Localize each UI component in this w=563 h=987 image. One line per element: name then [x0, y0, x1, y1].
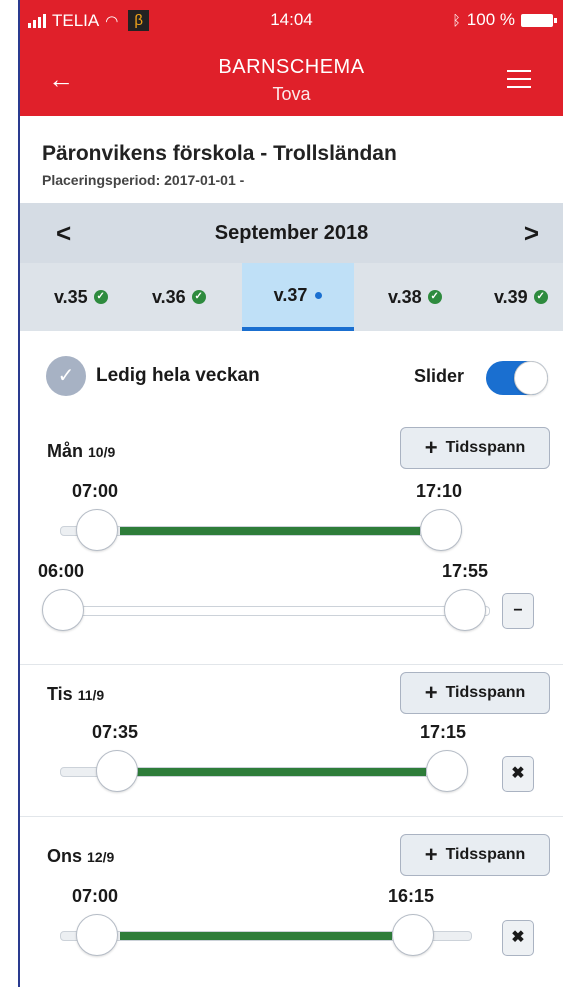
- check-icon: ✓: [93, 290, 108, 304]
- status-right: ᛒ 100 %: [452, 10, 557, 30]
- day-tuesday: Tis 11/9 + Tidsspann 07:35 17:15 ✖: [20, 672, 563, 812]
- end-slider-handle[interactable]: [426, 750, 468, 792]
- remove-range-minus-icon[interactable]: −: [502, 593, 534, 629]
- time-slider-fill: [136, 768, 426, 776]
- week-label: v.35: [54, 286, 88, 307]
- time-slider-fill: [120, 527, 420, 535]
- tab-week-36[interactable]: v.36 ✓: [152, 263, 206, 331]
- week-tabs: v.35 ✓ v.36 ✓ v.37 v.38 ✓ v.39 ✓: [20, 263, 563, 331]
- end-slider-handle[interactable]: [392, 914, 434, 956]
- week-label: v.37: [273, 284, 308, 305]
- range-end-time: 17:55: [442, 561, 489, 581]
- week-label: v.38: [388, 286, 422, 307]
- plus-icon: +: [424, 680, 438, 705]
- range-slider-track: [48, 606, 490, 616]
- plus-icon: +: [424, 435, 438, 460]
- range-start-time: 06:00: [38, 561, 85, 581]
- checkmark-icon: ✓: [46, 356, 86, 396]
- app-header: ← BARNSCHEMA Tova: [20, 40, 563, 116]
- day-monday: Mån 10/9 + Tidsspann 07:00 17:10 06:00 17…: [20, 425, 563, 655]
- active-dot-icon: [315, 291, 323, 299]
- day-label: Ons 12/9: [47, 846, 115, 866]
- divider: [20, 816, 563, 817]
- delete-timespan-close-icon[interactable]: ✖: [502, 920, 534, 956]
- time-slider-fill: [120, 932, 392, 940]
- add-timespan-button[interactable]: + Tidsspann: [400, 834, 550, 876]
- page-title: BARNSCHEMA: [218, 56, 365, 78]
- check-icon: ✓: [533, 290, 548, 304]
- status-bar: TELIA ◠ β 14:04 ᛒ 100 %: [20, 0, 563, 40]
- plus-icon: +: [424, 842, 438, 867]
- battery-label: 100 %: [466, 10, 515, 29]
- frame-edge: [18, 0, 20, 987]
- range-end-handle[interactable]: [444, 589, 486, 631]
- school-name: Päronvikens förskola - Trollsländan: [42, 142, 397, 165]
- end-time: 17:10: [416, 481, 463, 501]
- bluetooth-icon: ᛒ: [452, 12, 461, 28]
- tab-week-39[interactable]: v.39 ✓: [494, 263, 548, 331]
- end-slider-handle[interactable]: [420, 509, 462, 551]
- check-icon: ✓: [427, 290, 442, 304]
- add-timespan-button[interactable]: + Tidsspann: [400, 427, 550, 469]
- free-all-week-checkbox[interactable]: ✓ Ledig hela veckan: [46, 356, 260, 396]
- battery-icon: [521, 13, 557, 27]
- start-time: 07:00: [72, 886, 119, 906]
- start-time: 07:35: [92, 722, 139, 742]
- divider: [20, 664, 563, 665]
- day-wednesday: Ons 12/9 + Tidsspann 07:00 16:15 ✖: [20, 830, 563, 980]
- child-name: Tova: [272, 84, 311, 104]
- month-navigation: < September 2018 >: [20, 203, 563, 263]
- start-slider-handle[interactable]: [76, 509, 118, 551]
- tab-week-35[interactable]: v.35 ✓: [54, 263, 108, 331]
- start-slider-handle[interactable]: [76, 914, 118, 956]
- slider-toggle[interactable]: [486, 361, 548, 395]
- tab-week-37[interactable]: v.37: [242, 263, 354, 331]
- delete-timespan-close-icon[interactable]: ✖: [502, 756, 534, 792]
- current-month: September 2018: [214, 221, 369, 244]
- end-time: 16:15: [388, 886, 435, 906]
- start-slider-handle[interactable]: [96, 750, 138, 792]
- day-label: Mån 10/9: [47, 441, 116, 461]
- placement-period: Placeringsperiod: 2017-01-01 -: [42, 172, 245, 188]
- week-label: v.36: [152, 286, 186, 307]
- toggle-knob: [514, 361, 548, 395]
- day-label: Tis 11/9: [47, 684, 105, 704]
- hamburger-menu-icon[interactable]: [507, 70, 531, 94]
- range-start-handle[interactable]: [42, 589, 84, 631]
- tab-week-38[interactable]: v.38 ✓: [388, 263, 442, 331]
- check-icon: ✓: [191, 290, 206, 304]
- end-time: 17:15: [420, 722, 467, 742]
- slider-toggle-label: Slider: [414, 366, 465, 386]
- add-timespan-button[interactable]: + Tidsspann: [400, 672, 550, 714]
- next-month-chevron-icon[interactable]: >: [524, 218, 539, 249]
- start-time: 07:00: [72, 481, 119, 501]
- free-all-week-label: Ledig hela veckan: [96, 365, 260, 386]
- week-label: v.39: [494, 286, 528, 307]
